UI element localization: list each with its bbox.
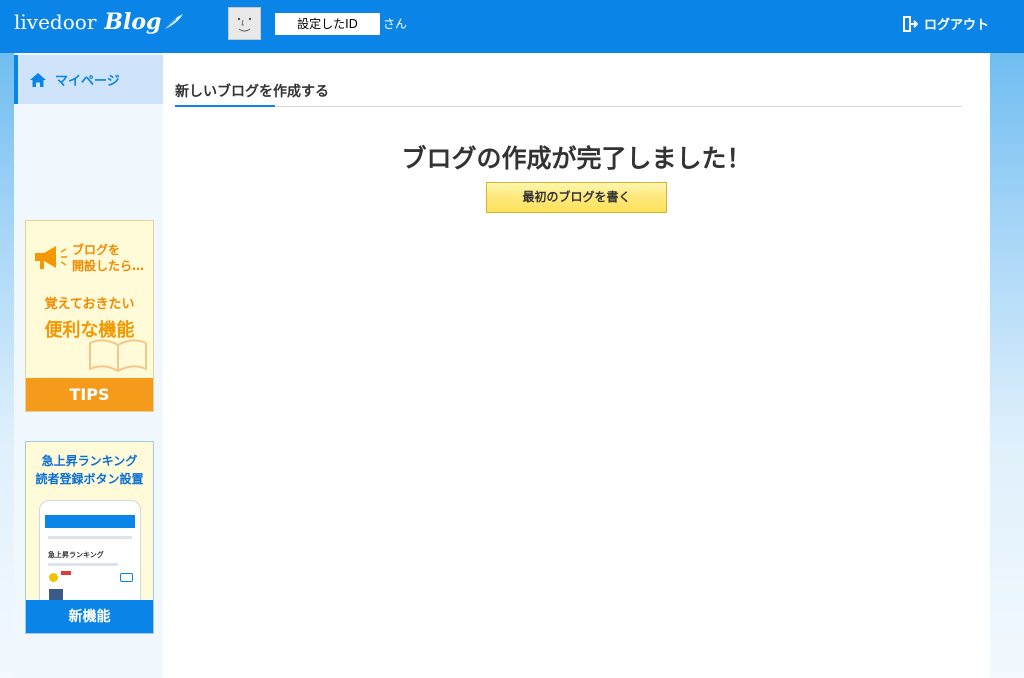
tips-line3: 覚えておきたい [44, 297, 135, 312]
logo-text: livedoor [14, 10, 97, 34]
tips-line1: ブログを [72, 243, 121, 257]
home-icon [30, 72, 46, 87]
sidebar-item-label: マイページ [55, 74, 120, 89]
header-bar: livedoor Blog 設定したID さん ログアウト [0, 0, 1024, 53]
phone-mockup: 急上昇ランキング [39, 500, 141, 606]
tips-line2: 開設したら… [72, 259, 145, 273]
phone-ranking-title: 急上昇ランキング [48, 551, 104, 559]
sidebar: マイページ ブログを 開設したら… 覚えておきたい 便利な機能 TIPS 急上昇… [14, 53, 163, 678]
face-icon [237, 17, 252, 32]
user-suffix: さん [383, 17, 408, 31]
phone-header-bar [45, 515, 135, 528]
tips-text-block: ブログを 開設したら… [72, 242, 144, 274]
user-id-display: 設定したID [275, 13, 380, 35]
title-divider [175, 106, 962, 107]
completion-message: ブログの作成が完了しました！ [401, 144, 752, 173]
logout-icon [903, 15, 918, 32]
tips-banner-body: ブログを 開設したら… 覚えておきたい 便利な機能 [26, 221, 153, 378]
phone-text-line [48, 563, 118, 566]
title-accent-line [175, 105, 275, 107]
rank-badge-icon [49, 573, 58, 582]
new-feature-banner[interactable]: 急上昇ランキング 読者登録ボタン設置 急上昇ランキング 新機能 [25, 441, 154, 634]
phone-tabs [48, 536, 132, 539]
logo-script: Blog [104, 9, 162, 35]
user-avatar[interactable] [228, 7, 261, 40]
livedoor-blog-logo[interactable]: livedoor Blog [14, 9, 184, 35]
book-icon [89, 339, 147, 373]
follow-button-icon [120, 573, 133, 582]
sidebar-item-mypage[interactable]: マイページ [14, 55, 163, 104]
new-badge [61, 571, 71, 575]
megaphone-icon [35, 246, 67, 269]
page-title: 新しいブログを作成する [175, 84, 329, 100]
write-first-blog-button[interactable]: 最初のブログを書く [486, 182, 667, 213]
main-content: 新しいブログを作成する ブログの作成が完了しました！ 最初のブログを書く [163, 53, 990, 678]
tips-footer: TIPS [26, 378, 153, 411]
feature-footer: 新機能 [26, 600, 153, 633]
logout-button[interactable]: ログアウト [902, 14, 989, 33]
tips-banner[interactable]: ブログを 開設したら… 覚えておきたい 便利な機能 TIPS [25, 220, 154, 412]
feature-line2: 読者登録ボタン設置 [35, 472, 144, 486]
feature-line1: 急上昇ランキング [41, 454, 138, 468]
feather-icon [164, 14, 184, 30]
logout-label: ログアウト [924, 18, 990, 33]
